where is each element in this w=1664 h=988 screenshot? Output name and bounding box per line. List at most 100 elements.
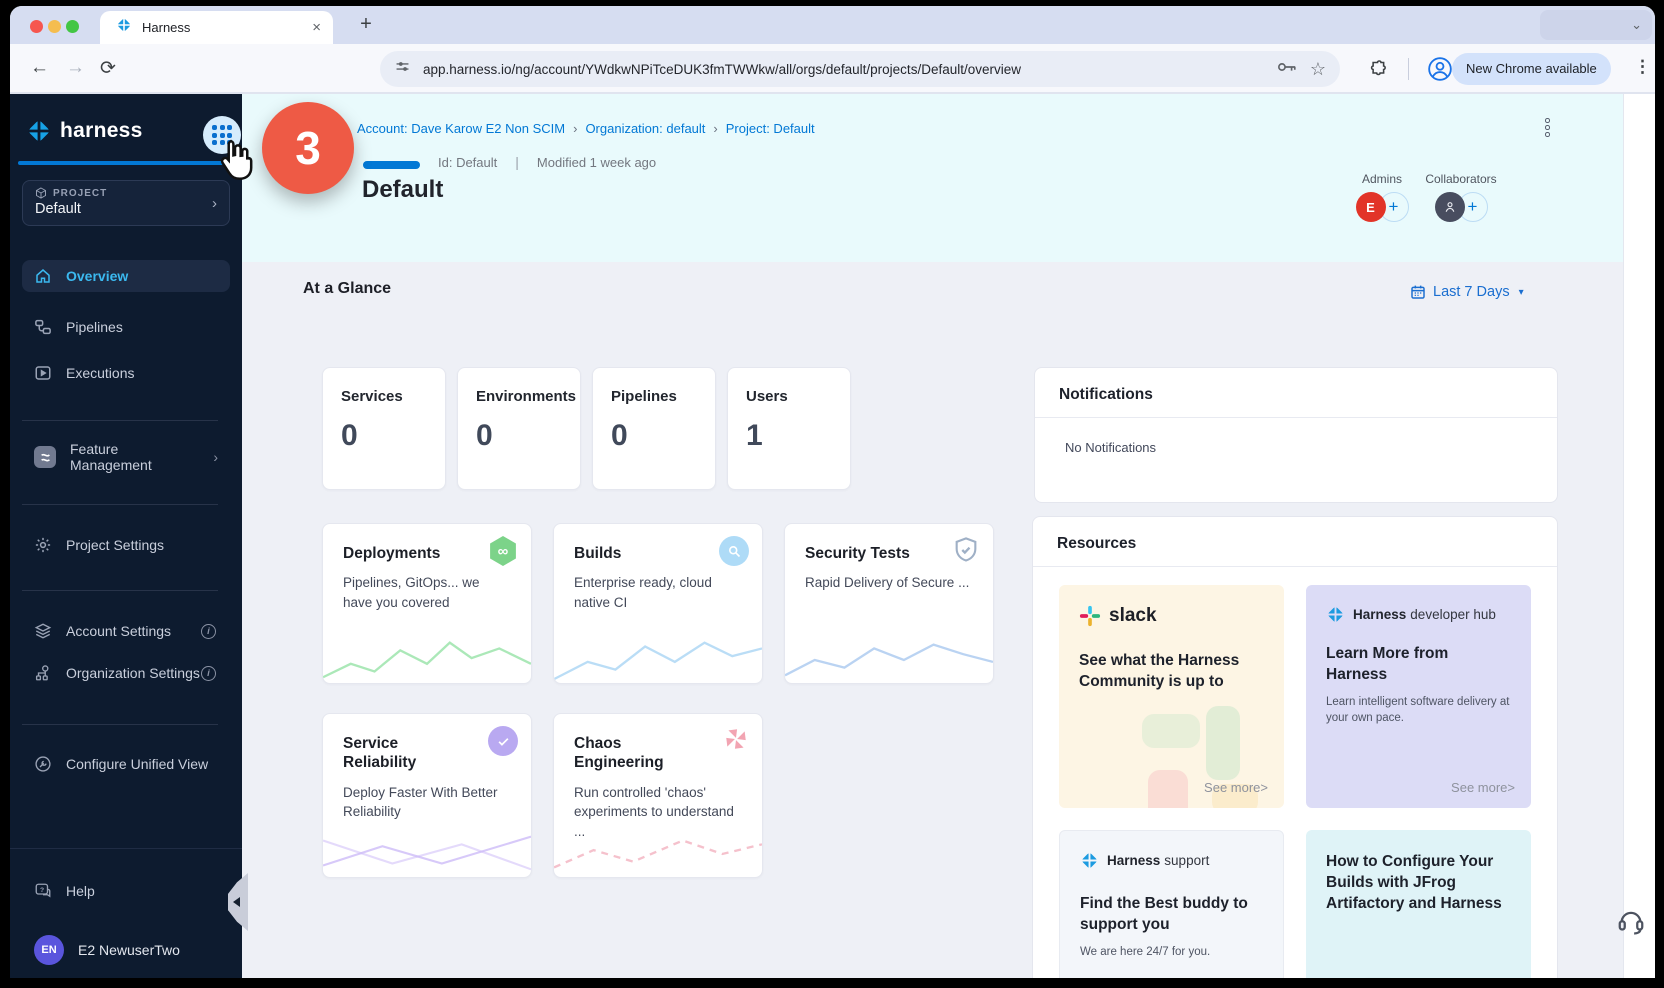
chevron-right-icon: › <box>212 195 217 212</box>
service-reliability-icon <box>488 726 518 756</box>
project-color-bar <box>363 161 420 169</box>
resource-card-jfrog[interactable]: How to Configure Your Builds with JFrog … <box>1306 830 1531 978</box>
browser-toolbar: ← → ⟳ app.harness.io/ng/account/YWdkwNPi… <box>10 44 1655 94</box>
sidebar-item-account-settings[interactable]: Account Settings i <box>22 615 230 647</box>
slack-see-more-link[interactable]: See more> <box>1204 780 1268 795</box>
module-card-security-tests[interactable]: Security Tests Rapid Delivery of Secure … <box>784 523 994 684</box>
devhub-text: Learn intelligent software delivery at y… <box>1326 694 1511 726</box>
user-avatar: EN <box>34 935 64 965</box>
browser-tab[interactable]: Harness × <box>100 11 333 44</box>
info-icon[interactable]: i <box>201 624 216 639</box>
harness-logo[interactable]: harness <box>26 118 143 144</box>
project-modified: Modified 1 week ago <box>537 155 656 170</box>
info-icon[interactable]: i <box>201 666 216 681</box>
reload-button[interactable]: ⟳ <box>100 57 116 80</box>
sidebar-divider <box>22 504 218 505</box>
sidebar-item-organization-settings[interactable]: Organization Settings i <box>22 657 230 689</box>
annotation-step-badge: 3 <box>262 102 354 194</box>
chevron-right-icon: › <box>573 121 577 136</box>
notifications-empty-text: No Notifications <box>1035 418 1557 477</box>
module-card-deployments[interactable]: Deployments ∞ Pipelines, GitOps... we ha… <box>322 523 532 684</box>
bookmark-star-icon[interactable]: ☆ <box>1310 60 1326 78</box>
profile-icon[interactable] <box>1427 56 1453 87</box>
resource-card-support[interactable]: Harness support Find the Best buddy to s… <box>1059 830 1284 978</box>
resource-card-slack[interactable]: slack See what the Harness Community is … <box>1059 585 1284 808</box>
chaos-engineering-icon <box>723 726 749 757</box>
close-window-button[interactable] <box>30 20 43 33</box>
devhub-see-more-link[interactable]: See more> <box>1451 780 1515 795</box>
module-card-builds[interactable]: Builds Enterprise ready, cloud native CI <box>553 523 763 684</box>
collaborators-label: Collaborators <box>1421 172 1501 186</box>
page-options-menu[interactable] <box>1545 118 1550 137</box>
notifications-title: Notifications <box>1035 368 1557 418</box>
zoom-window-button[interactable] <box>66 20 79 33</box>
admin-avatar[interactable]: E <box>1356 192 1386 222</box>
sidebar-divider <box>22 590 218 591</box>
gear-icon <box>34 536 52 554</box>
forward-button[interactable]: → <box>66 57 85 79</box>
sidebar-item-configure-unified-view[interactable]: Configure Unified View <box>22 748 230 780</box>
breadcrumb-organization-link[interactable]: Organization: default <box>585 121 705 136</box>
devhub-brand-rest: developer hub <box>1410 607 1496 622</box>
sidebar-user[interactable]: EN E2 NewuserTwo <box>34 935 180 965</box>
stat-label: Services <box>341 388 427 405</box>
cube-icon <box>35 187 47 199</box>
collaborator-avatar[interactable] <box>1435 192 1465 222</box>
breadcrumb-account-link[interactable]: Account: Dave Karow E2 Non SCIM <box>357 121 565 136</box>
notifications-panel: Notifications No Notifications <box>1034 367 1558 503</box>
sidebar-item-feature-management[interactable]: Feature Management › <box>22 441 230 473</box>
back-button[interactable]: ← <box>30 57 49 79</box>
stat-label: Environments <box>476 388 562 405</box>
jfrog-heading: How to Configure Your Builds with JFrog … <box>1326 852 1511 915</box>
calendar-icon <box>1410 284 1426 300</box>
stat-label: Users <box>746 388 832 405</box>
toolbar-divider <box>1408 58 1409 80</box>
sidebar-item-label: Feature Management <box>70 441 197 473</box>
tab-search-button[interactable]: ⌄ <box>1540 10 1652 40</box>
admins-group: Admins E + <box>1346 172 1418 222</box>
slack-heading: See what the Harness Community is up to <box>1079 651 1264 693</box>
sidebar-item-label: Account Settings <box>66 623 171 639</box>
sidebar-item-label: Organization Settings <box>66 665 200 681</box>
project-scope-label: PROJECT <box>53 188 107 199</box>
module-card-chaos-engineering[interactable]: Chaos Engineering Run controlled 'chaos'… <box>553 713 763 878</box>
module-title: Chaos Engineering <box>574 734 742 773</box>
breadcrumb: Account: Dave Karow E2 Non SCIM › Organi… <box>357 121 815 136</box>
resource-card-developer-hub[interactable]: Harness developer hub Learn More from Ha… <box>1306 585 1531 808</box>
sidebar-item-overview[interactable]: Overview <box>22 260 230 292</box>
extensions-icon[interactable] <box>1367 59 1388 85</box>
deployments-sparkline <box>323 635 531 683</box>
password-key-icon[interactable] <box>1276 58 1298 81</box>
page-scrollbar[interactable] <box>1623 94 1655 978</box>
sidebar-item-help[interactable]: ? Help <box>22 875 230 907</box>
sidebar-item-label: Configure Unified View <box>66 756 208 772</box>
new-tab-button[interactable]: + <box>354 13 378 36</box>
minimize-window-button[interactable] <box>48 20 61 33</box>
slack-brand: slack <box>1109 605 1157 627</box>
executions-icon <box>34 364 52 382</box>
chrome-update-pill[interactable]: New Chrome available <box>1452 53 1611 85</box>
stat-card-services: Services 0 <box>322 367 446 490</box>
sidebar-item-project-settings[interactable]: Project Settings <box>22 529 230 561</box>
project-selector[interactable]: PROJECT Default › <box>22 180 230 226</box>
browser-window: Harness × + ⌄ ← → ⟳ app.harness.io/ng/ac… <box>10 6 1655 978</box>
module-desc: Deploy Faster With Better Reliability <box>343 783 511 822</box>
chrome-menu-icon[interactable]: ⋮ <box>1634 57 1651 77</box>
project-meta: Id: Default | Modified 1 week ago <box>438 154 656 170</box>
svg-text:?: ? <box>40 887 44 894</box>
module-title: Deployments <box>343 544 511 563</box>
slack-watermark <box>1142 714 1200 748</box>
pipelines-icon <box>34 318 52 336</box>
url-text[interactable]: app.harness.io/ng/account/YWdkwNPiTceDUK… <box>423 62 1264 77</box>
breadcrumb-project-link[interactable]: Project: Default <box>726 121 815 136</box>
module-title: Service Reliability <box>343 734 511 773</box>
url-bar[interactable]: app.harness.io/ng/account/YWdkwNPiTceDUK… <box>380 51 1340 87</box>
sidebar-item-executions[interactable]: Executions <box>22 357 230 389</box>
date-range-selector[interactable]: Last 7 Days ▾ <box>1410 284 1524 300</box>
security-sparkline <box>785 635 993 683</box>
tab-close-icon[interactable]: × <box>312 19 321 36</box>
sidebar-item-pipelines[interactable]: Pipelines <box>22 311 230 343</box>
module-card-service-reliability[interactable]: Service Reliability Deploy Faster With B… <box>322 713 532 878</box>
site-settings-icon[interactable] <box>394 58 411 80</box>
support-headset-icon[interactable] <box>1616 906 1646 941</box>
